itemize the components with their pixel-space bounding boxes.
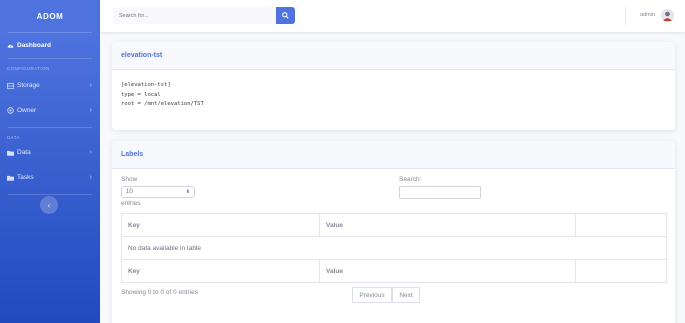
config-line: type = local: [121, 91, 161, 98]
labels-table: Key Value No data available in table Key…: [121, 213, 667, 283]
owner-icon: [7, 107, 17, 114]
entries-label: entries: [121, 200, 141, 207]
storage-config-card: elevation-tst [elevation-tst] type = loc…: [112, 42, 675, 130]
dashboard-icon: [7, 42, 17, 49]
storage-icon: [7, 82, 17, 89]
column-header-actions: [575, 213, 667, 237]
avatar[interactable]: [661, 9, 674, 22]
chevron-right-icon: ›: [89, 82, 92, 89]
chevron-right-icon: ›: [89, 107, 92, 114]
sidebar: ADOM Dashboard CONFIGURATION Storage › O…: [0, 0, 100, 323]
topbar-search: [113, 7, 295, 24]
folder-icon: [7, 150, 17, 156]
table-info: Showing 0 to 0 of 0 entries: [121, 289, 198, 296]
table-row: No data available in table: [121, 236, 667, 260]
chevron-right-icon: ›: [89, 174, 92, 181]
sidebar-item-tasks[interactable]: Tasks ›: [0, 165, 100, 190]
empty-message: No data available in table: [121, 236, 667, 260]
sidebar-item-owner[interactable]: Owner ›: [0, 98, 100, 123]
card-header: Labels: [112, 141, 675, 169]
sidebar-divider: [8, 194, 92, 195]
labels-card: Labels Show 10 ⬍ entries Search: Key Val…: [112, 141, 675, 323]
page-length-value: 10: [126, 189, 133, 195]
sidebar-item-label: Dashboard: [17, 42, 51, 49]
sidebar-item-label: Storage: [17, 82, 40, 89]
user-name[interactable]: admin: [640, 12, 655, 18]
card-header: elevation-tst: [112, 42, 675, 70]
column-footer-actions: [575, 259, 667, 283]
card-title: elevation-tst: [121, 52, 163, 59]
chevron-left-icon: ‹: [47, 200, 51, 210]
search-button[interactable]: [276, 7, 295, 24]
sidebar-item-label: Owner: [17, 107, 37, 114]
search-input[interactable]: [113, 7, 276, 24]
show-label: Show: [121, 176, 138, 183]
sidebar-toggle-button[interactable]: ‹: [40, 196, 58, 214]
table-search-input[interactable]: [399, 186, 481, 199]
column-header-value[interactable]: Value: [319, 213, 576, 237]
brand-logo[interactable]: ADOM: [0, 0, 100, 32]
next-button[interactable]: Next: [392, 287, 420, 303]
search-icon: [282, 12, 289, 19]
search-label: Search:: [399, 176, 422, 183]
card-title: Labels: [121, 151, 144, 158]
sidebar-item-dashboard[interactable]: Dashboard: [0, 33, 100, 58]
topbar: admin: [100, 0, 685, 32]
sidebar-item-label: Tasks: [17, 174, 34, 181]
chevron-right-icon: ›: [89, 149, 92, 156]
config-line: root = /mnt/elevation/TST: [121, 101, 204, 107]
previous-button[interactable]: Previous: [352, 287, 392, 303]
page-length-select[interactable]: 10 ⬍: [121, 186, 195, 198]
column-header-key[interactable]: Key: [121, 213, 320, 237]
sidebar-item-label: Data: [17, 149, 31, 156]
sidebar-heading-data: DATA: [7, 135, 20, 140]
sidebar-item-data[interactable]: Data ›: [0, 140, 100, 165]
sidebar-item-storage[interactable]: Storage ›: [0, 73, 100, 98]
sidebar-heading-configuration: CONFIGURATION: [7, 66, 50, 71]
table-header-row: Key Value: [121, 213, 667, 237]
table-footer-row: Key Value: [121, 259, 667, 283]
storage-config: [elevation-tst] type = local root = /mnt…: [112, 70, 675, 121]
topbar-divider: [625, 7, 626, 25]
folder-icon: [7, 175, 17, 181]
sort-arrows-icon: ⬍: [185, 189, 190, 195]
config-line: [elevation-tst]: [121, 82, 171, 88]
column-footer-value: Value: [319, 259, 576, 283]
column-footer-key: Key: [121, 259, 320, 283]
